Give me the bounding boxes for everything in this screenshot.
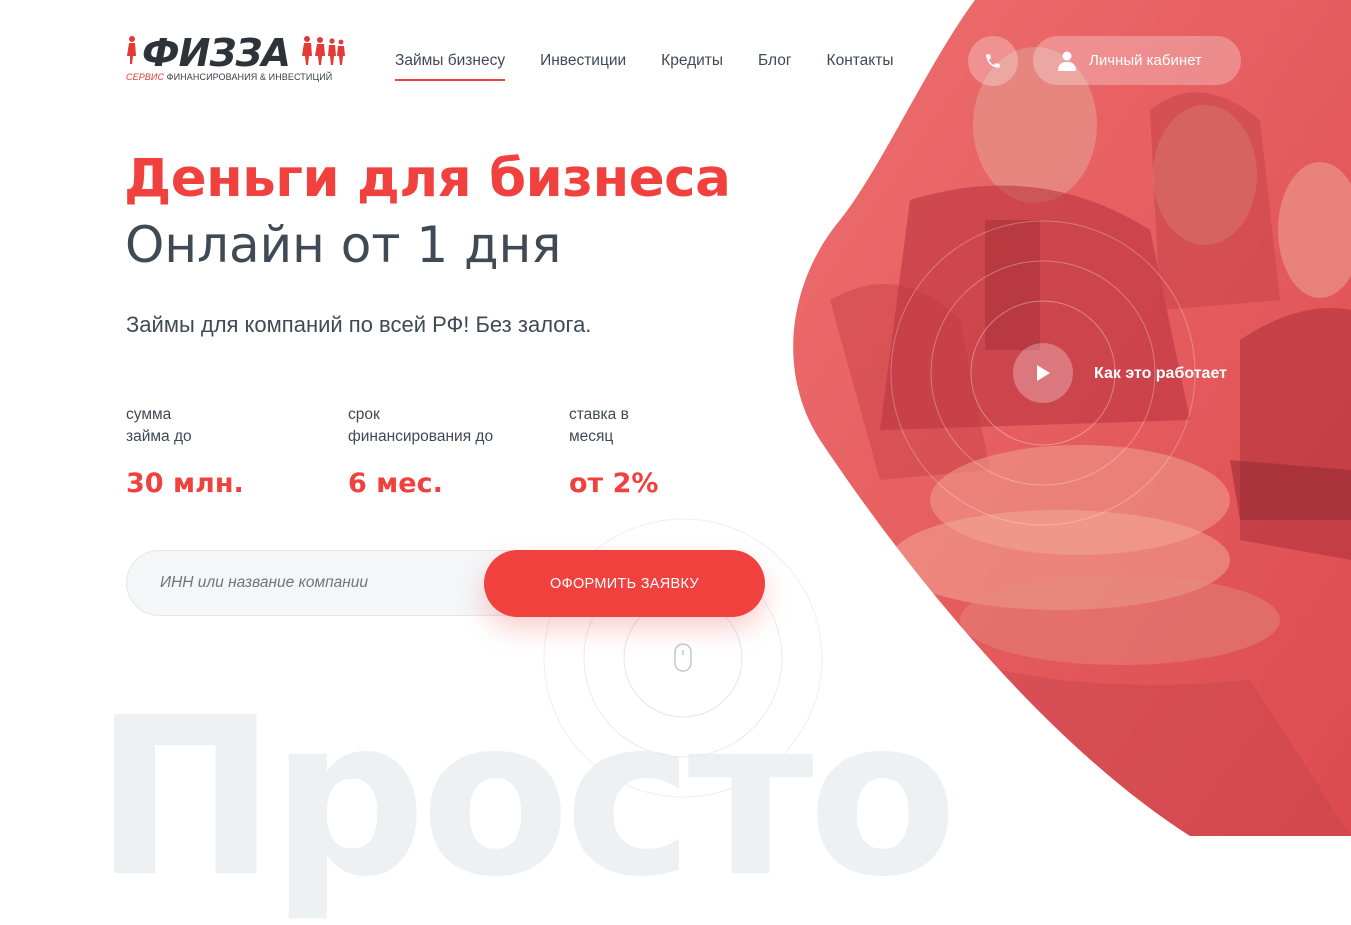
stat-label-line: месяц — [569, 428, 614, 445]
hero-subtitle: Онлайн от 1 дня — [125, 216, 562, 274]
stat-label: сумма займа до — [126, 404, 316, 448]
stat-term: срок финансирования до 6 мес. — [348, 404, 538, 499]
stat-label-line: сумма — [126, 406, 172, 423]
nav-item-investments[interactable]: Инвестиции — [540, 52, 626, 70]
submit-application-button[interactable]: ОФОРМИТЬ ЗАЯВКУ — [484, 550, 765, 617]
logo-wordmark: ФИЗЗА — [142, 31, 291, 75]
stat-label-line: финансирования до — [348, 428, 494, 445]
nav-item-loans[interactable]: Займы бизнесу — [395, 52, 506, 81]
main-nav: Займы бизнесу Инвестиции Кредиты Блог Ко… — [395, 52, 929, 81]
play-icon — [1037, 365, 1050, 381]
stat-label-line: срок — [348, 406, 380, 423]
inn-input[interactable] — [158, 573, 492, 593]
play-video-button[interactable] — [1013, 343, 1073, 403]
stat-label-line: займа до — [126, 428, 192, 445]
personal-cabinet-button[interactable]: Личный кабинет — [1033, 36, 1241, 85]
stat-value: 6 мес. — [348, 468, 443, 499]
hero-title: Деньги для бизнеса — [124, 148, 731, 209]
personal-cabinet-label: Личный кабинет — [1089, 52, 1202, 69]
logo-subtitle-rest: ФИНАНСИРОВАНИЯ & ИНВЕСТИЦИЙ — [166, 72, 333, 82]
stat-value: 30 млн. — [126, 468, 244, 499]
stat-value: от 2% — [569, 468, 659, 499]
hero-lead: Займы для компаний по всей РФ! Без залог… — [126, 312, 592, 337]
inn-field — [126, 550, 546, 616]
logo-subtitle: СЕРВИС ФИНАНСИРОВАНИЯ & ИНВЕСТИЦИЙ — [126, 72, 332, 82]
phone-icon — [986, 54, 1000, 68]
logo-subtitle-accent: СЕРВИС — [126, 72, 165, 82]
video-label[interactable]: Как это работает — [1094, 365, 1227, 383]
nav-item-credits[interactable]: Кредиты — [661, 52, 723, 70]
stat-label: срок финансирования до — [348, 404, 538, 448]
mouse-icon — [674, 643, 692, 672]
logo[interactable]: ФИЗЗА СЕРВИС ФИНАНСИРОВАНИЯ & ИНВЕСТИЦИЙ — [124, 31, 346, 84]
user-icon — [1058, 51, 1076, 71]
stat-label-line: ставка в — [569, 406, 629, 423]
nav-item-blog[interactable]: Блог — [758, 52, 792, 70]
stat-rate: ставка в месяц от 2% — [569, 404, 759, 499]
stat-amount: сумма займа до 30 млн. — [126, 404, 316, 499]
phone-button[interactable] — [968, 36, 1018, 86]
stat-label: ставка в месяц — [569, 404, 759, 448]
nav-item-contacts[interactable]: Контакты — [827, 52, 894, 70]
